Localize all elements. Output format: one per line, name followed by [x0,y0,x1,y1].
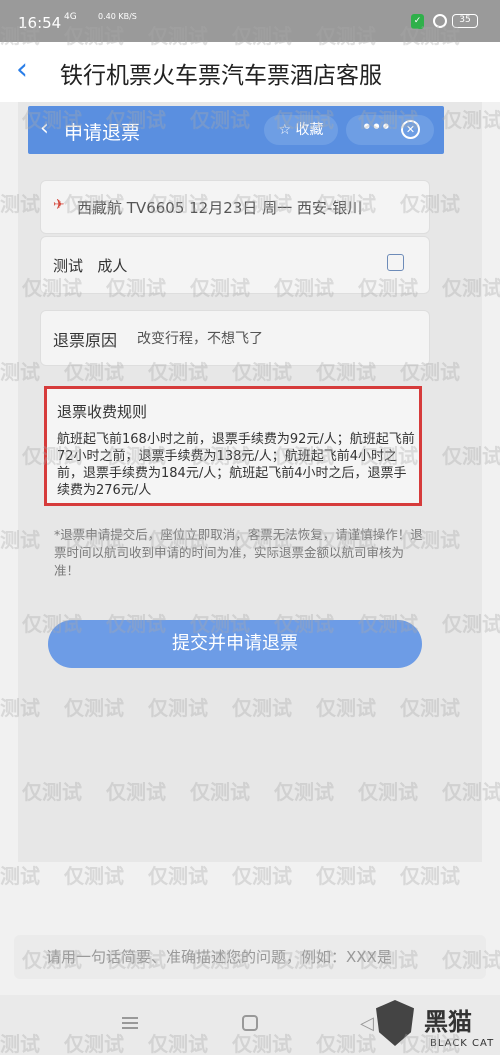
flight-card: ✈ 西藏航 TV6605 12月23日 周一 西安-银川 [40,180,430,234]
rules-title: 退票收费规则 [57,403,148,421]
watermark-text: 仅测试 [64,864,124,888]
embedded-header: ‹ 申请退票 ☆ 收藏 ••• ✕ [28,106,444,154]
rules-body: 航班起飞前168小时之前，退票手续费为92元/人；航班起飞前72小时之前，退票手… [57,432,415,498]
close-icon: ✕ [401,120,420,139]
message-input[interactable] [14,935,486,979]
submit-refund-button: 提交并申请退票 [48,620,422,668]
embedded-back-icon: ‹ [40,116,49,141]
cat-shield-icon [376,1000,414,1046]
passenger-card: 测试 成人 [40,236,430,294]
watermark-text: 仅测试 [232,864,292,888]
alarm-icon [433,14,447,28]
favorite-button: ☆ 收藏 [264,115,338,145]
flight-info: 西藏航 TV6605 12月23日 周一 西安-银川 [77,199,363,217]
airline-icon: ✈ [53,197,65,213]
watermark-text: 仅测试 [400,864,460,888]
more-icon: ••• [362,118,391,136]
status-bar: 16:54 4G 0.40 KB/S ✓ 35 [0,0,500,42]
chevron-left-icon[interactable]: ‹ [16,55,28,85]
signal-icon: 4G [64,12,77,22]
shield-icon: ✓ [411,14,424,29]
home-icon[interactable] [242,1015,258,1031]
reason-card: 退票原因 改变行程，不想飞了 [40,310,430,366]
embedded-page-title: 申请退票 [64,122,141,144]
battery-icon: 35 [452,14,478,28]
status-time: 16:54 [18,14,62,32]
watermark-text: 仅测试 [316,864,376,888]
logo-en: BLACK CAT [430,1038,495,1049]
passenger-info: 测试 成人 [53,255,127,276]
net-speed: 0.40 KB/S [98,12,137,21]
black-cat-logo: 黑猫 BLACK CAT [372,1000,500,1055]
favorite-label: 收藏 [295,122,324,138]
refund-rules-box: 退票收费规则 航班起飞前168小时之前，退票手续费为92元/人；航班起飞前72小… [44,386,422,506]
star-icon: ☆ [278,122,292,138]
app-header: ‹ 铁行机票火车票汽车票酒店客服 [0,42,500,102]
watermark-text: 仅测试 [148,864,208,888]
reason-value: 改变行程，不想飞了 [137,331,263,347]
logo-cn: 黑猫 [424,1008,472,1036]
refund-note: *退票申请提交后，座位立即取消，客票无法恢复，请谨慎操作！退票时间以航司收到申请… [54,527,423,578]
passenger-type: 成人 [97,257,128,275]
reason-label: 退票原因 [53,331,118,350]
menu-icon[interactable] [122,1017,138,1029]
passenger-name: 测试 [53,257,84,275]
more-close-capsule: ••• ✕ [346,115,434,145]
message-input-bar[interactable] [14,935,486,979]
passenger-checkbox [387,254,404,271]
page-title: 铁行机票火车票汽车票酒店客服 [60,63,382,89]
watermark-text: 仅测试 [0,864,40,888]
